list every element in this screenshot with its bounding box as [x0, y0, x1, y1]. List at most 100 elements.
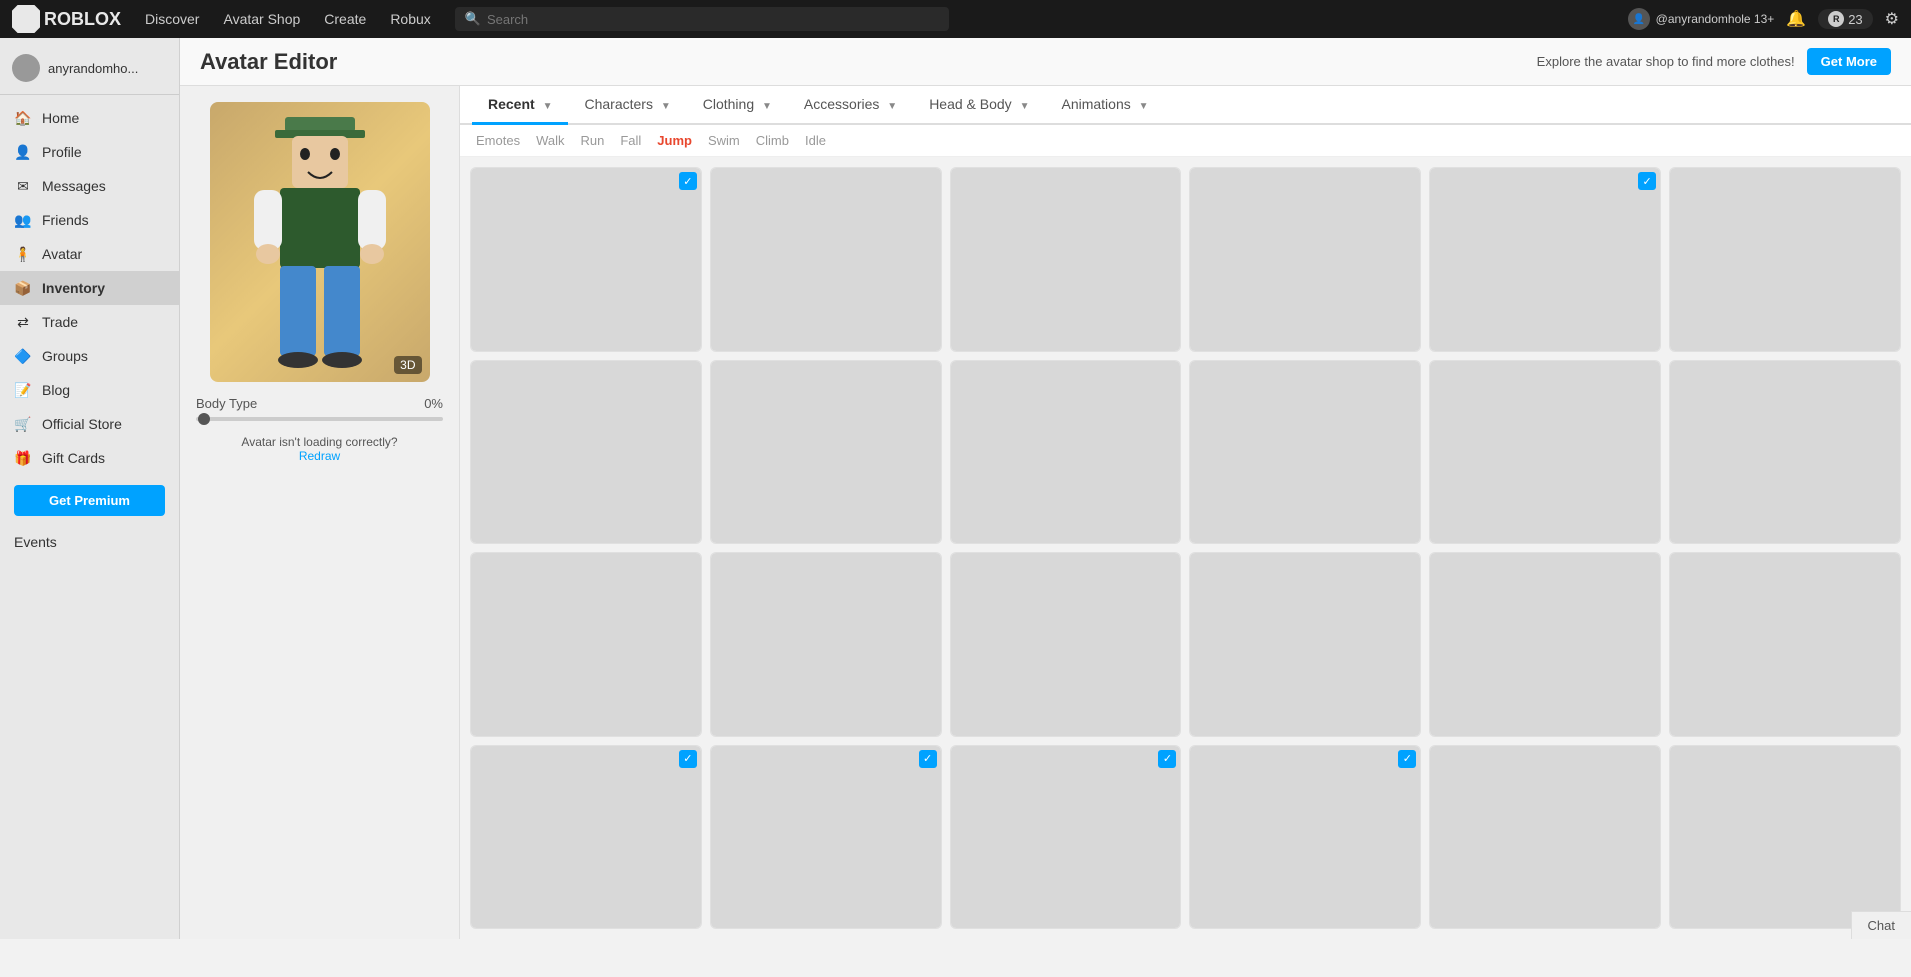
item-card-blockhead[interactable]: Blockhead: [1429, 552, 1661, 737]
category-tabs: Recent ▼ Characters ▼ Clothing ▼ Accesso…: [460, 86, 1911, 125]
sidebar-avatar: [12, 54, 40, 82]
sidebar-item-groups[interactable]: 🔷 Groups: [0, 339, 179, 373]
tab-characters[interactable]: Characters ▼: [568, 86, 686, 125]
sidebar-profile-label: Profile: [42, 144, 82, 160]
item-image-roblox-boy-torso: [471, 746, 701, 930]
item-image-bloxxer: [1670, 553, 1900, 737]
gift-cards-icon: 🎁: [14, 449, 32, 467]
chat-bar[interactable]: Chat: [1851, 911, 1911, 939]
nav-avatar-shop[interactable]: Avatar Shop: [223, 11, 300, 27]
chevron-down-icon: ▼: [887, 101, 897, 112]
sidebar-user[interactable]: anyrandomho...: [0, 46, 179, 95]
item-card-roblox-boy-right-leg[interactable]: ROBLOX Boy Right Leg✓: [1189, 745, 1421, 930]
item-card-man-right-arm[interactable]: Man Right Arm: [710, 360, 942, 545]
loading-text: Avatar isn't loading correctly?: [241, 435, 397, 449]
chevron-down-icon: ▼: [1139, 101, 1149, 112]
body-type-slider[interactable]: [196, 417, 443, 421]
sidebar-item-avatar[interactable]: 🧍 Avatar: [0, 237, 179, 271]
sidebar-avatar-label: Avatar: [42, 246, 82, 262]
item-card-dark-green-jeans[interactable]: Dark Green Jeans: [1429, 360, 1661, 545]
chevron-down-icon: ▼: [543, 101, 553, 112]
item-card-verified[interactable]: Verified, Bonafide,✓: [470, 167, 702, 352]
sidebar-gift-cards-label: Gift Cards: [42, 450, 105, 466]
sidebar-item-events[interactable]: Events: [0, 526, 179, 558]
profile-icon: 👤: [14, 143, 32, 161]
subtab-fall[interactable]: Fall: [620, 131, 641, 150]
sub-tabs: Emotes Walk Run Fall Jump Swim Climb Idl…: [460, 125, 1911, 157]
tab-recent[interactable]: Recent ▼: [472, 86, 568, 125]
item-card-trim[interactable]: Trim: [1669, 745, 1901, 930]
items-panel: Recent ▼ Characters ▼ Clothing ▼ Accesso…: [460, 86, 1911, 939]
item-image-man-left-leg: [1670, 168, 1900, 352]
item-card-roblox-boy-left-arm[interactable]: ROBLOX Boy Left Arm✓: [950, 745, 1182, 930]
subtab-climb[interactable]: Climb: [756, 131, 789, 150]
item-image-dark-green-jeans: [1430, 361, 1660, 545]
sidebar-item-official-store[interactable]: 🛒 Official Store: [0, 407, 179, 441]
sidebar-item-friends[interactable]: 👥 Friends: [0, 203, 179, 237]
redraw-button[interactable]: Redraw: [299, 449, 340, 463]
item-card-man-torso[interactable]: Man Torso: [950, 360, 1182, 545]
get-more-button[interactable]: Get More: [1807, 48, 1891, 75]
item-card-roblox-boy-left-leg[interactable]: ROBLOX Boy Left Leg: [1429, 745, 1661, 930]
slider-handle[interactable]: [198, 413, 210, 425]
avatar-editor-title: Avatar Editor: [200, 49, 337, 75]
item-card-guitar-tee[interactable]: Guitar Tee with Black: [950, 552, 1182, 737]
item-card-green-jersey[interactable]: Green Jersey: [1189, 552, 1421, 737]
sidebar-store-label: Official Store: [42, 416, 122, 432]
search-input[interactable]: [487, 12, 939, 27]
sidebar-item-blog[interactable]: 📝 Blog: [0, 373, 179, 407]
sidebar-groups-label: Groups: [42, 348, 88, 364]
subtab-jump[interactable]: Jump: [657, 131, 692, 150]
item-card-man-right-leg[interactable]: Man Right Leg✓: [1429, 167, 1661, 352]
sidebar-item-trade[interactable]: ⇄ Trade: [0, 305, 179, 339]
sidebar-item-gift-cards[interactable]: 🎁 Gift Cards: [0, 441, 179, 475]
item-card-blue-black-moto[interactable]: Blue and Black Motorcycle: [1669, 360, 1901, 545]
item-card-roblox-boy-right-arm[interactable]: ROBLOX Boy Right Arm✓: [710, 745, 942, 930]
main-content: Avatar Editor Explore the avatar shop to…: [180, 38, 1911, 939]
item-card-roblox-boy-torso[interactable]: ROBLOX Boy Torso✓: [470, 745, 702, 930]
top-navigation: ROBLOX Discover Avatar Shop Create Robux…: [0, 0, 1911, 38]
sidebar-item-messages[interactable]: ✉ Messages: [0, 169, 179, 203]
item-card-black-jeans[interactable]: Black Jeans with Sneakers: [470, 552, 702, 737]
subtab-swim[interactable]: Swim: [708, 131, 740, 150]
subtab-idle[interactable]: Idle: [805, 131, 826, 150]
subtab-emotes[interactable]: Emotes: [476, 131, 520, 150]
item-card-man-head[interactable]: Man Head: [1189, 360, 1421, 545]
roblox-logo[interactable]: ROBLOX: [12, 5, 121, 33]
nav-create[interactable]: Create: [324, 11, 366, 27]
item-card-pal-hair[interactable]: Pal Hair: [950, 167, 1182, 352]
subtab-run[interactable]: Run: [580, 131, 604, 150]
sidebar-username: anyrandomho...: [48, 61, 138, 76]
friends-icon: 👥: [14, 211, 32, 229]
sidebar-home-label: Home: [42, 110, 79, 126]
nav-discover[interactable]: Discover: [145, 11, 199, 27]
item-card-smile[interactable]: Smile: [1189, 167, 1421, 352]
item-card-bloxxer[interactable]: Bloxxer: [1669, 552, 1901, 737]
tab-accessories[interactable]: Accessories ▼: [788, 86, 913, 125]
get-premium-button[interactable]: Get Premium: [14, 485, 165, 516]
user-info[interactable]: 👤 @anyrandomhole 13+: [1628, 8, 1775, 30]
roblox-logo-icon: [12, 5, 40, 33]
tab-head-body[interactable]: Head & Body ▼: [913, 86, 1045, 125]
check-badge-verified: ✓: [679, 172, 697, 190]
notification-bell-button[interactable]: 🔔: [1786, 9, 1806, 29]
item-card-man-left-leg[interactable]: Man Left Leg: [1669, 167, 1901, 352]
robux-badge[interactable]: R 23: [1818, 9, 1872, 29]
check-badge-man-right-leg: ✓: [1638, 172, 1656, 190]
item-card-roblox-boy[interactable]: ROBLOX Boy: [710, 167, 942, 352]
sidebar-item-inventory[interactable]: 📦 Inventory: [0, 271, 179, 305]
redraw-section: Avatar isn't loading correctly? Redraw: [196, 435, 443, 463]
item-card-man-left-arm[interactable]: Man Left Arm: [470, 360, 702, 545]
body-type-section: Body Type 0%: [196, 396, 443, 421]
tab-animations[interactable]: Animations ▼: [1045, 86, 1164, 125]
nav-robux[interactable]: Robux: [390, 11, 430, 27]
subtab-walk[interactable]: Walk: [536, 131, 564, 150]
tab-clothing[interactable]: Clothing ▼: [687, 86, 788, 125]
sidebar-item-home[interactable]: 🏠 Home: [0, 101, 179, 135]
top-nav-right: 👤 @anyrandomhole 13+ 🔔 R 23 ⚙: [1628, 8, 1899, 30]
sidebar-item-profile[interactable]: 👤 Profile: [0, 135, 179, 169]
settings-button[interactable]: ⚙: [1885, 9, 1899, 29]
item-card-jean-shorts[interactable]: Jean Shorts with White: [710, 552, 942, 737]
item-image-roblox-boy-left-leg: [1430, 746, 1660, 930]
groups-icon: 🔷: [14, 347, 32, 365]
